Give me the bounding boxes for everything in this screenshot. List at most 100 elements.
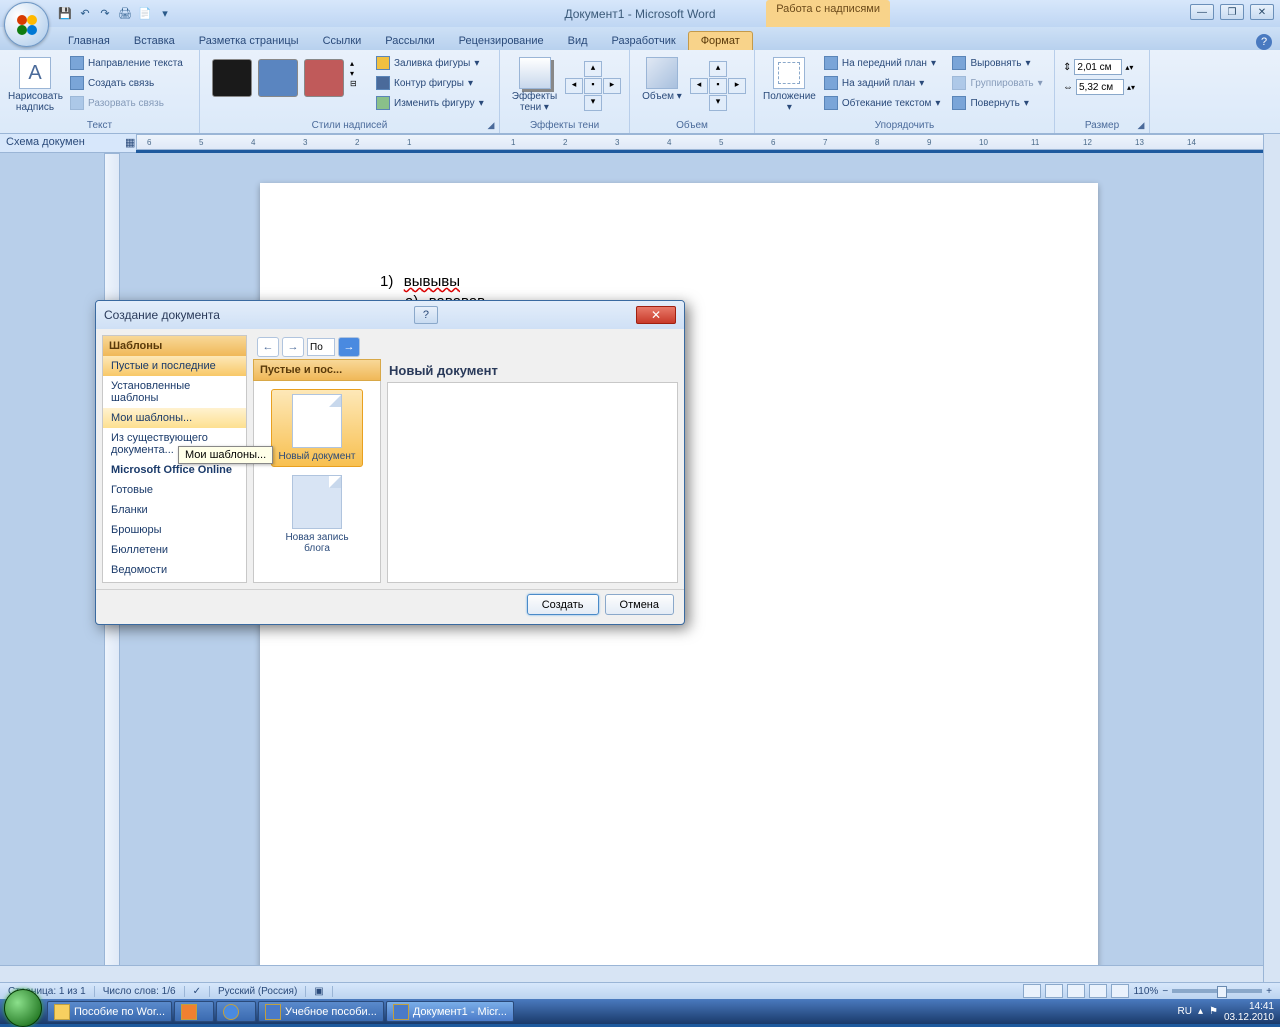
- tray-arrow-icon[interactable]: ▴: [1198, 1006, 1203, 1017]
- change-shape-button[interactable]: Изменить фигуру ▾: [372, 93, 488, 113]
- template-blank-document[interactable]: Новый документ: [271, 389, 363, 467]
- status-macro-icon[interactable]: ▣: [306, 986, 332, 997]
- height-spinner[interactable]: ▴▾: [1125, 63, 1133, 72]
- sidebar-item-installed[interactable]: Установленные шаблоны: [103, 376, 246, 408]
- send-back-button[interactable]: На задний план ▾: [820, 73, 945, 93]
- width-spinner[interactable]: ▴▾: [1127, 83, 1135, 92]
- taskbar-item-media[interactable]: [174, 1001, 214, 1022]
- cancel-button[interactable]: Отмена: [605, 594, 674, 615]
- start-button[interactable]: [4, 989, 42, 1027]
- text-wrap-button[interactable]: Обтекание текстом ▾: [820, 93, 945, 113]
- help-icon[interactable]: ?: [1256, 34, 1272, 50]
- sidebar-item-blank[interactable]: Пустые и последние: [103, 356, 246, 376]
- position-button[interactable]: Положение ▾: [763, 53, 816, 113]
- style-swatch-2[interactable]: [258, 59, 298, 97]
- shadow-nudge-down[interactable]: ▾: [584, 95, 602, 111]
- gallery-up-icon[interactable]: ▴: [350, 59, 364, 68]
- tab-mailings[interactable]: Рассылки: [373, 32, 446, 50]
- tab-insert[interactable]: Вставка: [122, 32, 187, 50]
- status-words[interactable]: Число слов: 1/6: [95, 986, 185, 997]
- zoom-slider[interactable]: [1172, 989, 1262, 993]
- height-input[interactable]: [1074, 59, 1122, 75]
- redo-icon[interactable]: ↷: [96, 5, 114, 23]
- shape-fill-button[interactable]: Заливка фигуры ▾: [372, 53, 488, 73]
- dialog-titlebar[interactable]: Создание документа ? ✕: [96, 301, 684, 329]
- status-proofing-icon[interactable]: ✓: [185, 986, 210, 997]
- gallery-more-icon[interactable]: ⊟: [350, 79, 364, 88]
- style-swatch-3[interactable]: [304, 59, 344, 97]
- rotate-button[interactable]: Повернуть ▾: [948, 93, 1046, 113]
- styles-dialog-launcher[interactable]: ◢: [485, 119, 497, 131]
- close-button[interactable]: ✕: [1250, 4, 1274, 20]
- shadow-toggle[interactable]: ▪: [584, 78, 602, 94]
- horizontal-scrollbar[interactable]: [0, 965, 1263, 982]
- sidebar-item-my-templates[interactable]: Мои шаблоны...: [103, 408, 246, 428]
- zoom-in-button[interactable]: +: [1266, 986, 1272, 997]
- zoom-level[interactable]: 110%: [1133, 986, 1158, 997]
- sidebar-item-featured[interactable]: Готовые: [103, 480, 246, 500]
- shape-outline-button[interactable]: Контур фигуры ▾: [372, 73, 488, 93]
- bring-front-button[interactable]: На передний план ▾: [820, 53, 945, 73]
- tray-flag-icon[interactable]: ⚑: [1209, 1006, 1218, 1017]
- view-print-layout[interactable]: [1023, 984, 1041, 998]
- tilt-down[interactable]: ▾: [709, 95, 727, 111]
- shadow-nudge-right[interactable]: ▸: [603, 78, 621, 94]
- shadow-effects-button[interactable]: Эффекты тени ▾: [508, 53, 561, 113]
- tilt-toggle[interactable]: ▪: [709, 78, 727, 94]
- tab-references[interactable]: Ссылки: [311, 32, 374, 50]
- view-web-layout[interactable]: [1067, 984, 1085, 998]
- 3d-effects-button[interactable]: Объем ▾: [638, 53, 686, 102]
- draw-textbox-button[interactable]: AНарисовать надпись: [8, 53, 62, 113]
- nav-go-button[interactable]: →: [338, 337, 360, 357]
- horizontal-ruler[interactable]: 6543211234567891011121314: [136, 134, 1280, 150]
- minimize-button[interactable]: —: [1190, 4, 1214, 20]
- taskbar-item-folder[interactable]: Пособие по Wor...: [47, 1001, 172, 1022]
- qat-dropdown-icon[interactable]: ▾: [156, 5, 174, 23]
- quick-print-icon[interactable]: 📄: [136, 5, 154, 23]
- gallery-down-icon[interactable]: ▾: [350, 69, 364, 78]
- sidebar-item-statements[interactable]: Ведомости: [103, 560, 246, 580]
- tray-lang[interactable]: RU: [1177, 1006, 1191, 1017]
- group-button[interactable]: Группировать ▾: [948, 73, 1046, 93]
- shadow-nudge-left[interactable]: ◂: [565, 78, 583, 94]
- text-direction-button[interactable]: Направление текста: [66, 53, 187, 73]
- nav-back-button[interactable]: ←: [257, 337, 279, 357]
- tilt-right[interactable]: ▸: [728, 78, 746, 94]
- view-outline[interactable]: [1089, 984, 1107, 998]
- tab-view[interactable]: Вид: [556, 32, 600, 50]
- size-dialog-launcher[interactable]: ◢: [1135, 119, 1147, 131]
- style-swatch-1[interactable]: [212, 59, 252, 97]
- vertical-scrollbar[interactable]: [1263, 134, 1280, 982]
- template-blog-post[interactable]: Новая запись блога: [271, 471, 363, 558]
- break-link-button[interactable]: Разорвать связь: [66, 93, 187, 113]
- align-button[interactable]: Выровнять ▾: [948, 53, 1046, 73]
- undo-icon[interactable]: ↶: [76, 5, 94, 23]
- taskbar-item-word2[interactable]: Документ1 - Micr...: [386, 1001, 514, 1022]
- width-input[interactable]: [1076, 79, 1124, 95]
- tray-clock[interactable]: 14:4103.12.2010: [1224, 1001, 1274, 1023]
- taskbar-item-word1[interactable]: Учебное пособи...: [258, 1001, 384, 1022]
- print-preview-icon[interactable]: 🖨: [116, 5, 134, 23]
- tab-format[interactable]: Формат: [688, 31, 753, 50]
- save-icon[interactable]: 💾: [56, 5, 74, 23]
- sidebar-item-brochures[interactable]: Брошюры: [103, 520, 246, 540]
- taskbar-item-ie[interactable]: [216, 1001, 256, 1022]
- tab-review[interactable]: Рецензирование: [447, 32, 556, 50]
- maximize-button[interactable]: ❐: [1220, 4, 1244, 20]
- status-language[interactable]: Русский (Россия): [210, 986, 306, 997]
- nav-forward-button[interactable]: →: [282, 337, 304, 357]
- tab-developer[interactable]: Разработчик: [600, 32, 688, 50]
- dialog-close-button[interactable]: ✕: [636, 306, 676, 324]
- ruler-toggle[interactable]: ▦: [119, 134, 136, 153]
- nav-search-input[interactable]: [307, 338, 335, 356]
- office-button[interactable]: [4, 2, 49, 47]
- dialog-help-button[interactable]: ?: [414, 306, 438, 324]
- doc-line-1[interactable]: 1) вывывы: [380, 273, 460, 291]
- tilt-left[interactable]: ◂: [690, 78, 708, 94]
- view-draft[interactable]: [1111, 984, 1129, 998]
- sidebar-item-newsletters[interactable]: Бюллетени: [103, 540, 246, 560]
- zoom-out-button[interactable]: −: [1162, 986, 1168, 997]
- shadow-nudge-up[interactable]: ▴: [584, 61, 602, 77]
- tab-home[interactable]: Главная: [56, 32, 122, 50]
- view-full-reading[interactable]: [1045, 984, 1063, 998]
